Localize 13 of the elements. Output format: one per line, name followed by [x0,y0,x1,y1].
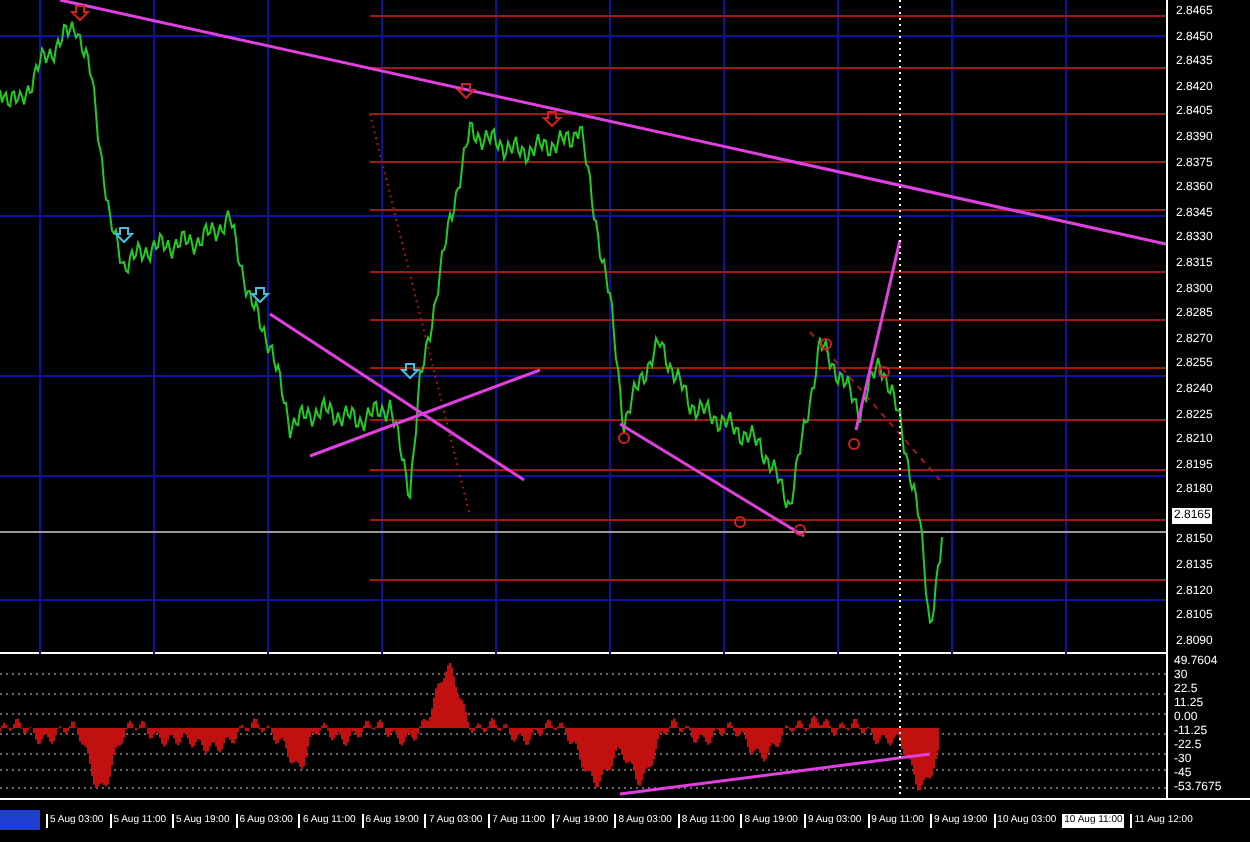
signal-dot-icon [878,366,890,378]
signal-dot-icon [794,524,806,536]
arrow-marker-icon [113,227,135,244]
arrow-marker-icon [541,111,563,128]
arrow-marker-icon [399,363,421,380]
signal-dot-icon [848,438,860,450]
arrow-marker-icon [455,83,477,100]
signal-dot-icon [618,432,630,444]
signal-dot-icon [820,338,832,350]
period-marker [0,810,40,830]
signal-dot-icon [734,516,746,528]
arrow-marker-icon [249,287,271,304]
arrow-marker-icon [69,5,91,22]
